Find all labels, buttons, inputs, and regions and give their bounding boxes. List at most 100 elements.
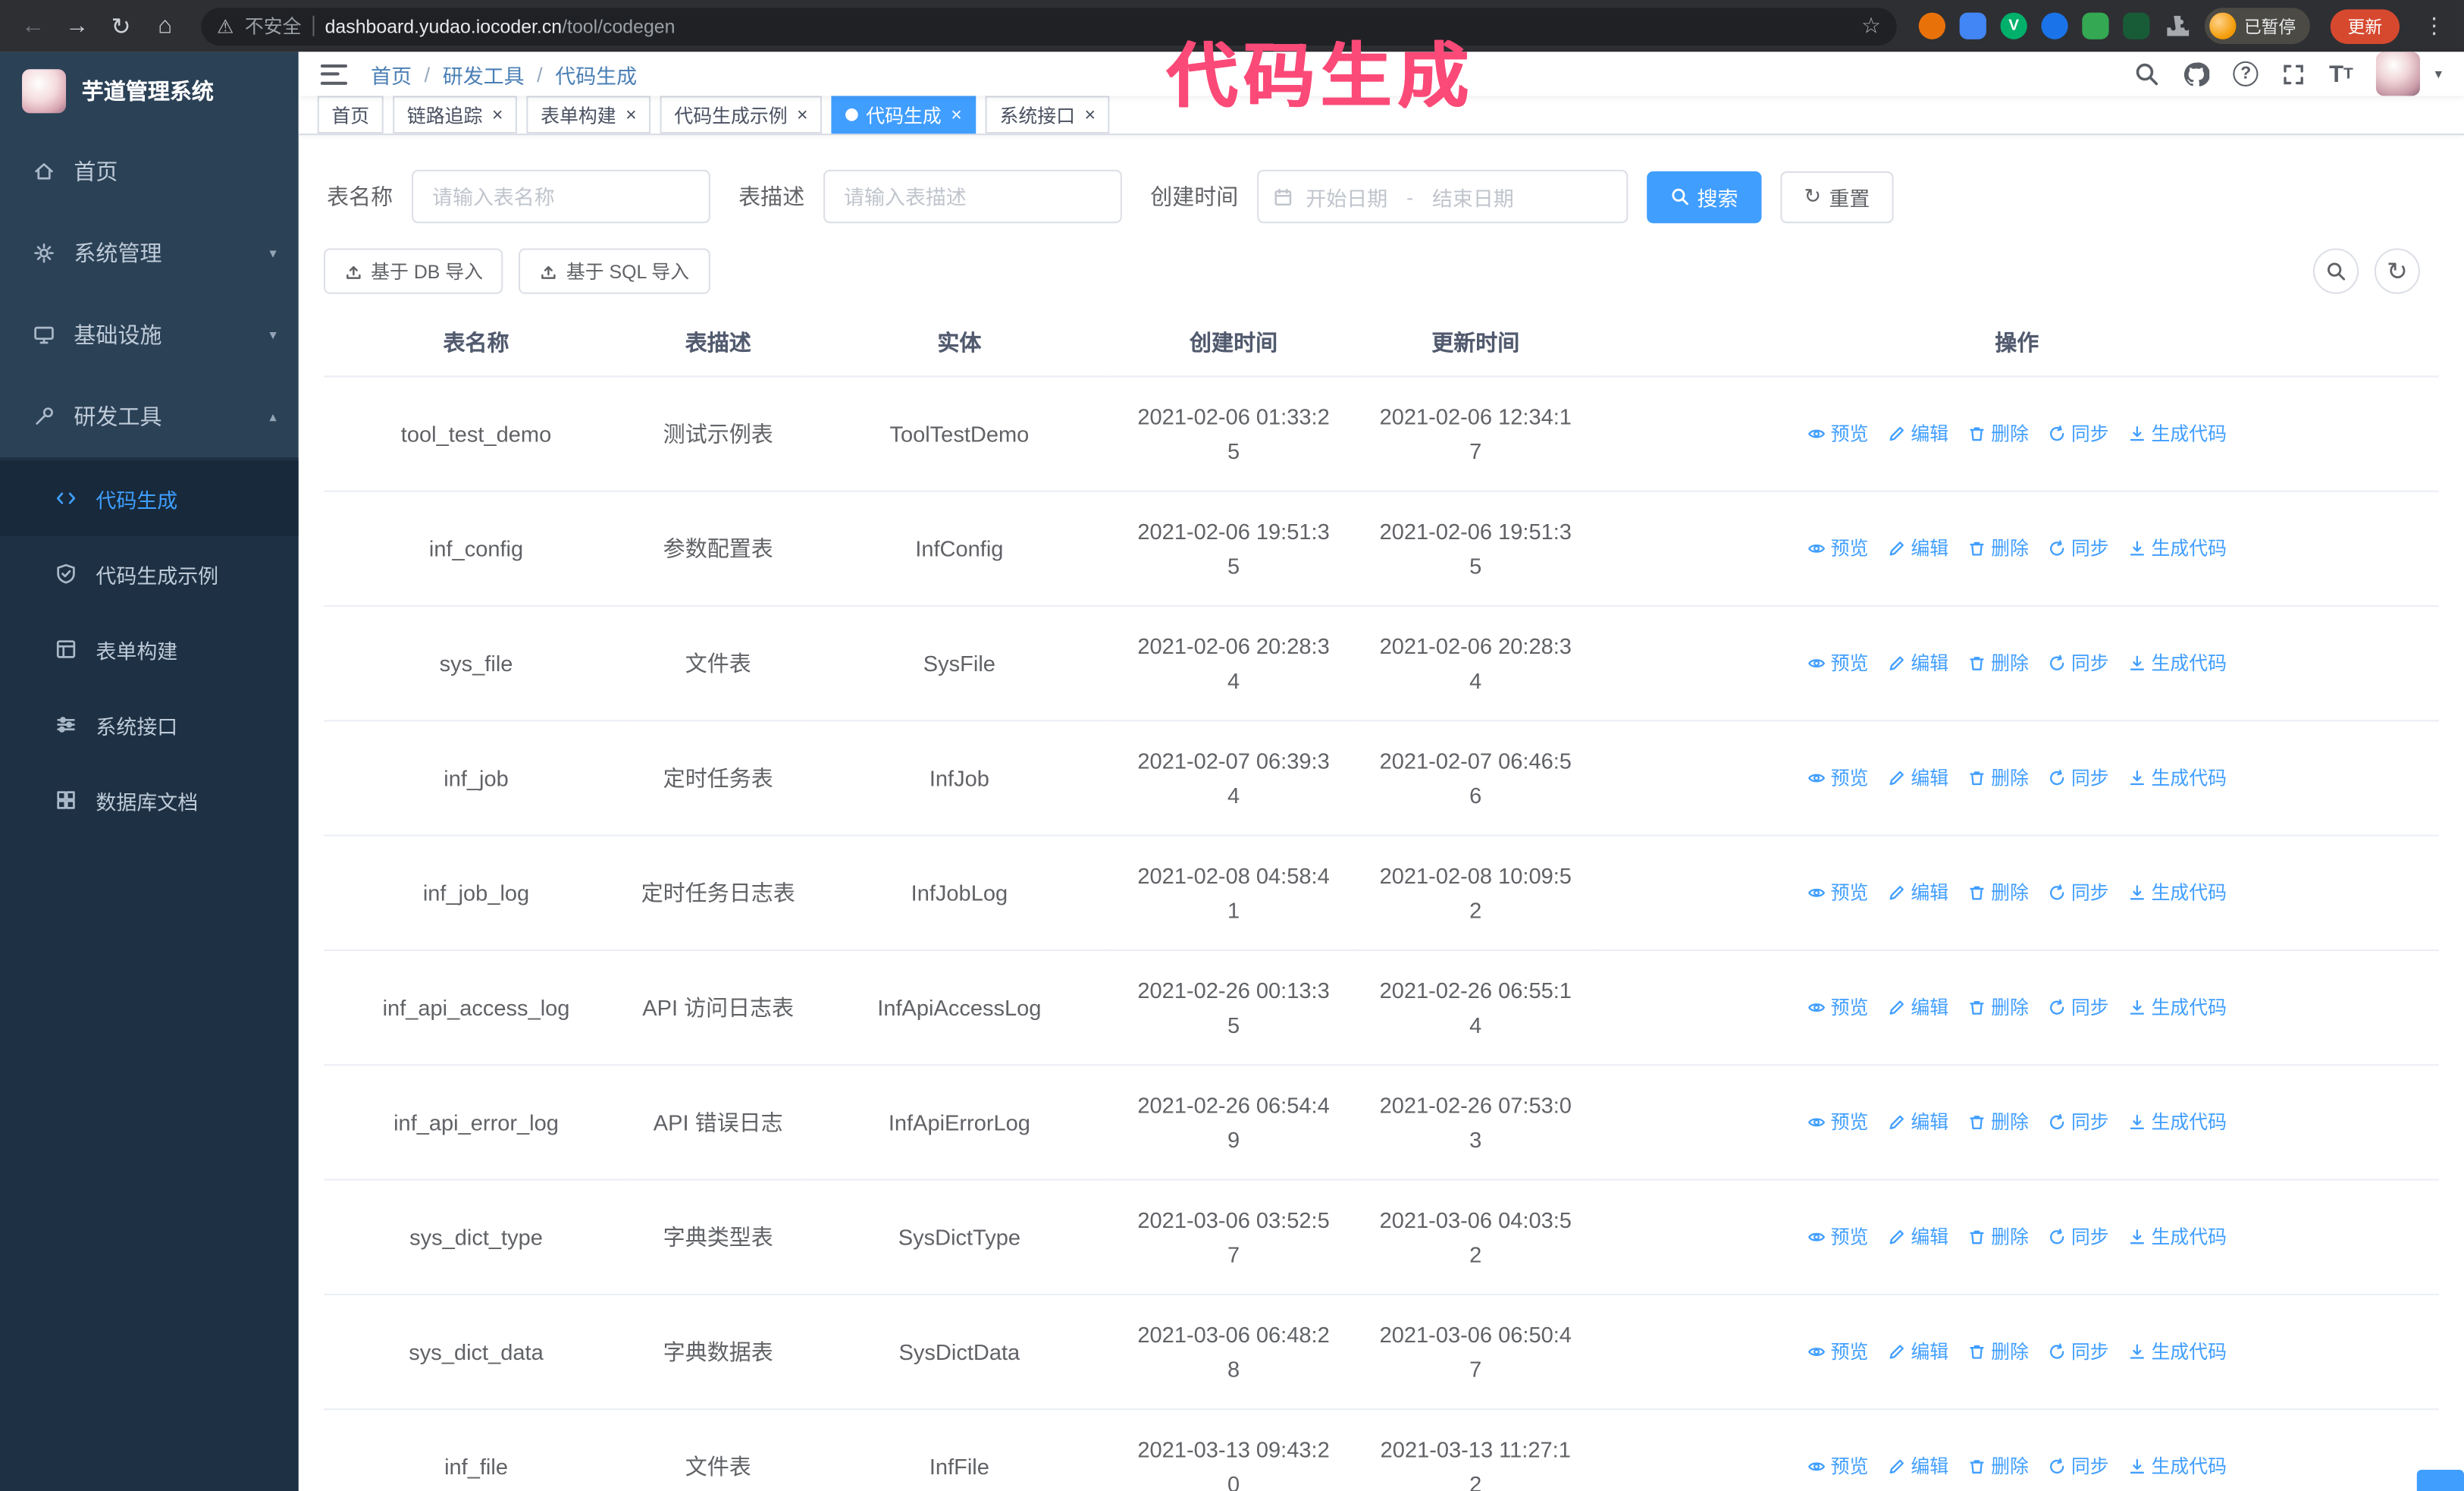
tab-3[interactable]: 表单构建 × (526, 96, 651, 134)
search-icon[interactable] (2134, 61, 2159, 86)
action-delete[interactable]: 删除 (1967, 531, 2029, 566)
action-edit[interactable]: 编辑 (1887, 531, 1948, 566)
action-edit[interactable]: 编辑 (1887, 645, 1948, 680)
action-generate-code[interactable]: 生成代码 (2127, 874, 2227, 909)
sidebar-subitem-3[interactable]: 表单构建 (0, 611, 299, 686)
browser-menu-icon[interactable]: ⋮ (2423, 13, 2445, 39)
action-preview[interactable]: 预览 (1807, 760, 1868, 795)
browser-update-button[interactable]: 更新 (2330, 8, 2400, 43)
close-icon[interactable]: × (492, 105, 503, 124)
extension-icon-4[interactable] (2041, 12, 2068, 39)
action-edit[interactable]: 编辑 (1887, 1104, 1948, 1139)
tab-2[interactable]: 链路追踪 × (393, 96, 518, 134)
action-sync[interactable]: 同步 (2048, 990, 2109, 1025)
tab-4[interactable]: 代码生成示例 × (660, 96, 823, 134)
action-generate-code[interactable]: 生成代码 (2127, 416, 2227, 450)
action-preview[interactable]: 预览 (1807, 645, 1868, 680)
breadcrumb-item-3[interactable]: 代码生成 (555, 59, 637, 89)
action-generate-code[interactable]: 生成代码 (2127, 645, 2227, 680)
logo[interactable]: 芋道管理系统 (0, 52, 299, 130)
action-edit[interactable]: 编辑 (1887, 760, 1948, 795)
sidebar-item-4[interactable]: 研发工具 ▴ (0, 375, 299, 457)
action-sync[interactable]: 同步 (2048, 1104, 2109, 1139)
action-sync[interactable]: 同步 (2048, 874, 2109, 909)
close-icon[interactable]: × (1084, 105, 1096, 124)
action-delete[interactable]: 删除 (1967, 874, 2029, 909)
backtop-button[interactable] (2416, 1469, 2464, 1491)
reload-icon[interactable]: ↻ (101, 5, 142, 46)
security-warning-icon[interactable]: ⚠ (217, 15, 234, 37)
extension-icon-2[interactable] (1959, 12, 1986, 39)
action-sync[interactable]: 同步 (2048, 416, 2109, 450)
table-name-input[interactable] (412, 169, 710, 224)
import-db-button[interactable]: 基于 DB 导入 (323, 248, 503, 294)
sidebar-toggle-icon[interactable] (320, 63, 348, 84)
action-sync[interactable]: 同步 (2048, 645, 2109, 680)
action-edit[interactable]: 编辑 (1887, 416, 1948, 450)
action-sync[interactable]: 同步 (2048, 760, 2109, 795)
action-delete[interactable]: 删除 (1967, 1449, 2029, 1483)
action-delete[interactable]: 删除 (1967, 1334, 2029, 1369)
action-generate-code[interactable]: 生成代码 (2127, 760, 2227, 795)
profile-chip[interactable]: 已暂停 (2204, 8, 2310, 45)
action-generate-code[interactable]: 生成代码 (2127, 1334, 2227, 1369)
extensions-puzzle-icon[interactable] (2164, 13, 2190, 39)
user-avatar[interactable] (2376, 52, 2421, 96)
action-preview[interactable]: 预览 (1807, 416, 1868, 450)
action-delete[interactable]: 删除 (1967, 645, 2029, 680)
action-sync[interactable]: 同步 (2048, 531, 2109, 566)
import-sql-button[interactable]: 基于 SQL 导入 (519, 248, 710, 294)
action-generate-code[interactable]: 生成代码 (2127, 1104, 2227, 1139)
action-generate-code[interactable]: 生成代码 (2127, 990, 2227, 1025)
action-preview[interactable]: 预览 (1807, 1104, 1868, 1139)
action-preview[interactable]: 预览 (1807, 1449, 1868, 1483)
action-edit[interactable]: 编辑 (1887, 990, 1948, 1025)
tab-1[interactable]: 首页 (317, 96, 384, 134)
fullscreen-icon[interactable] (2282, 62, 2306, 86)
github-icon[interactable] (2183, 61, 2210, 87)
action-delete[interactable]: 删除 (1967, 990, 2029, 1025)
action-sync[interactable]: 同步 (2048, 1219, 2109, 1254)
action-edit[interactable]: 编辑 (1887, 1219, 1948, 1254)
extension-icon-3[interactable]: V (2000, 12, 2027, 39)
tab-6[interactable]: 系统接口 × (985, 96, 1110, 134)
action-preview[interactable]: 预览 (1807, 531, 1868, 566)
search-button[interactable]: 搜索 (1647, 170, 1762, 223)
sidebar-subitem-5[interactable]: 数据库文档 (0, 762, 299, 837)
action-delete[interactable]: 删除 (1967, 760, 2029, 795)
sidebar-item-2[interactable]: 系统管理 ▾ (0, 212, 299, 294)
back-icon[interactable]: ← (13, 5, 54, 46)
close-icon[interactable]: × (797, 105, 808, 124)
extension-icon-5[interactable] (2082, 12, 2109, 39)
refresh-table-button[interactable]: ↻ (2374, 248, 2420, 294)
sidebar-subitem-4[interactable]: 系统接口 (0, 687, 299, 762)
tab-5[interactable]: 代码生成 × (831, 96, 977, 134)
create-time-range-picker[interactable]: 开始日期 - 结束日期 (1257, 169, 1629, 224)
chevron-down-icon[interactable]: ▾ (2435, 65, 2442, 83)
action-preview[interactable]: 预览 (1807, 1334, 1868, 1369)
action-preview[interactable]: 预览 (1807, 874, 1868, 909)
action-generate-code[interactable]: 生成代码 (2127, 1219, 2227, 1254)
action-sync[interactable]: 同步 (2048, 1449, 2109, 1483)
toggle-search-button[interactable] (2313, 248, 2359, 294)
breadcrumb-item-2[interactable]: 研发工具 (443, 59, 525, 89)
bookmark-star-icon[interactable]: ☆ (1861, 13, 1881, 39)
reset-button[interactable]: ↻ 重置 (1780, 170, 1894, 223)
action-delete[interactable]: 删除 (1967, 416, 2029, 450)
action-edit[interactable]: 编辑 (1887, 1334, 1948, 1369)
action-preview[interactable]: 预览 (1807, 990, 1868, 1025)
forward-icon[interactable]: → (57, 5, 98, 46)
close-icon[interactable]: × (625, 105, 637, 124)
extension-icon-1[interactable] (1918, 12, 1946, 39)
sidebar-subitem-2[interactable]: 代码生成示例 (0, 536, 299, 611)
action-preview[interactable]: 预览 (1807, 1219, 1868, 1254)
sidebar-subitem-1[interactable]: 代码生成 (0, 460, 299, 536)
extension-icon-6[interactable] (2123, 12, 2150, 39)
action-generate-code[interactable]: 生成代码 (2127, 531, 2227, 566)
close-icon[interactable]: × (951, 105, 962, 124)
action-sync[interactable]: 同步 (2048, 1334, 2109, 1369)
address-bar[interactable]: ⚠ 不安全 dashboard.yudao.iocoder.cn/tool/co… (201, 7, 1897, 46)
font-size-icon[interactable]: TT (2329, 61, 2353, 87)
action-edit[interactable]: 编辑 (1887, 874, 1948, 909)
action-edit[interactable]: 编辑 (1887, 1449, 1948, 1483)
